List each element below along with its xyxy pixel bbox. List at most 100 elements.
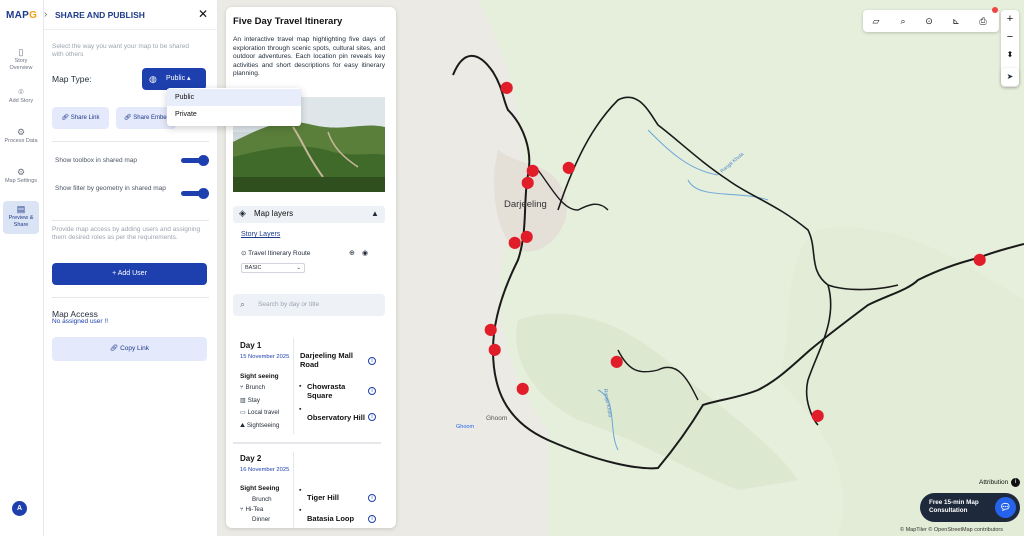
day-card[interactable]: Day 1	[240, 341, 261, 350]
map-pin[interactable]: ⬤	[508, 235, 521, 249]
place-darjeeling: Darjeeling	[504, 199, 547, 210]
toolbox-toggle[interactable]	[181, 155, 209, 166]
consultation-button[interactable]: Free 15-min Map Consultation 💬︎	[920, 493, 1020, 522]
map-pin[interactable]: ⬤	[811, 408, 824, 422]
mapog-logo[interactable]: MAPG	[6, 10, 37, 21]
day-date: 15 November 2025	[240, 354, 290, 360]
search-icon[interactable]: ⌕	[896, 14, 910, 28]
car-icon: ▭	[240, 409, 248, 416]
map-pin[interactable]: ⬤	[484, 322, 497, 336]
chevron-up-icon: ▲	[371, 209, 379, 218]
activity-item: ⛰ Sightseeing	[240, 422, 280, 429]
info-icon[interactable]: i	[368, 357, 376, 365]
share-intro: Select the way you want your map to be s…	[52, 43, 189, 58]
option-private[interactable]: Private	[167, 106, 301, 123]
map-pin[interactable]: ⬤	[500, 80, 513, 94]
stop-item[interactable]: Darjeeling Mall Road	[300, 351, 362, 369]
navigation-icon: ➤	[1006, 72, 1014, 81]
place-ghoom-small: Ghoom	[456, 424, 475, 430]
attribution-label[interactable]: Attribution	[979, 479, 1008, 486]
map-style-icon[interactable]: ▱	[869, 14, 883, 28]
copyright-text: © MapTiler © OpenStreetMap contributors	[900, 527, 1003, 533]
avatar[interactable]: A	[12, 501, 27, 516]
chevron-right-icon[interactable]: ›	[44, 9, 47, 20]
story-card: Five Day Travel Itinerary An interactive…	[226, 7, 396, 528]
activity-item: ⑂ Brunch	[240, 384, 266, 391]
story-title: Five Day Travel Itinerary	[233, 16, 343, 27]
no-user-text: No assigned user !!	[52, 318, 109, 325]
activity-item: ▭ Local travel	[240, 409, 280, 416]
divider	[52, 141, 209, 142]
info-icon[interactable]: i	[368, 494, 376, 502]
measure-icon[interactable]: ⊾	[949, 14, 963, 28]
stop-item[interactable]: Tiger Hill	[307, 493, 339, 502]
day-card-title[interactable]: Day 2	[240, 454, 261, 463]
divider	[293, 452, 294, 528]
map-layers-header[interactable]: ◈ Map layers ▲	[233, 206, 385, 223]
map-pin[interactable]: ⬤	[610, 354, 623, 368]
activity-item: Brunch	[252, 496, 272, 503]
share-link-button[interactable]: 🔗︎ Share Link	[52, 107, 109, 129]
chat-icon: 💬︎	[995, 497, 1016, 518]
info-icon[interactable]: i	[368, 387, 376, 395]
rail-map-settings[interactable]: ⚙ Map Settings	[3, 164, 39, 185]
bus-icon: ▪	[299, 406, 302, 413]
map-pin[interactable]: ⬤	[520, 229, 533, 243]
left-rail: MAPG ▯ Story Overview ⌾ Add Story ⚙ Proc…	[0, 0, 44, 536]
rail-preview-share[interactable]: ▤ Preview & Share	[3, 201, 39, 234]
stop-item[interactable]: Batasia Loop	[307, 514, 354, 523]
close-icon[interactable]: ✕	[198, 7, 208, 21]
divider	[233, 442, 381, 444]
info-icon[interactable]: i	[368, 515, 376, 523]
share-header: › SHARE AND PUBLISH ✕	[44, 0, 218, 30]
map-pin[interactable]: ⬤	[973, 252, 986, 266]
rail-add-story[interactable]: ⌾ Add Story	[3, 84, 39, 105]
notification-dot	[992, 7, 998, 13]
day-type: Sight Seeing	[240, 485, 280, 492]
zoom-in-button[interactable]: +	[1001, 10, 1019, 28]
print-icon[interactable]: ⎙	[976, 14, 990, 28]
add-user-button[interactable]: + Add User	[52, 263, 207, 285]
eye-icon[interactable]: ◉	[362, 249, 368, 257]
map-pin[interactable]: ⬤	[562, 160, 575, 174]
zoom-out-button[interactable]: −	[1001, 28, 1019, 46]
story-layers-tab[interactable]: Story Layers	[241, 231, 280, 238]
basemap-select[interactable]: BASIC ⌄	[241, 263, 305, 273]
location-pin-icon[interactable]: ⊙	[922, 14, 936, 28]
info-icon[interactable]: i	[1011, 478, 1020, 487]
building-icon: ▥	[240, 397, 248, 404]
map-pin[interactable]: ⬤	[516, 381, 529, 395]
geolocate-button[interactable]: ➤	[1001, 68, 1019, 86]
link-icon: 🔗︎	[124, 115, 134, 121]
option-public[interactable]: Public	[167, 89, 301, 106]
chevron-up-icon: ▴	[187, 75, 191, 82]
copy-link-button[interactable]: 🔗︎ Copy Link	[52, 337, 207, 361]
zoom-to-layer-icon[interactable]: ⊕	[349, 249, 355, 257]
map-pin[interactable]: ⬤	[521, 175, 534, 189]
rail-story-overview[interactable]: ▯ Story Overview	[3, 44, 39, 71]
activity-item: ⑂ Hi-Tea	[240, 506, 264, 513]
map-type-dropdown: Public Private	[167, 88, 301, 126]
globe-icon: ◍	[149, 74, 157, 84]
day-search-input[interactable]: ⌕ Search by day or title	[233, 294, 385, 316]
rail-process-data[interactable]: ⚙ Process Data	[3, 124, 39, 145]
layers-icon: ◈	[239, 208, 246, 218]
gear-icon: ⚙	[16, 127, 26, 137]
link-icon: 🔗︎	[61, 115, 71, 121]
pin-icon: ⌾	[18, 87, 24, 97]
compass-icon[interactable]: ⬍	[1001, 46, 1019, 64]
settings-icon: ⚙	[16, 167, 26, 177]
panel-title: SHARE AND PUBLISH	[55, 10, 145, 20]
place-ghoom: Ghoom	[486, 415, 508, 422]
chevron-down-icon: ⌄	[296, 265, 301, 271]
info-icon[interactable]: i	[368, 413, 376, 421]
map-pin[interactable]: ⬤	[488, 342, 501, 356]
map-type-label: Map Type:	[52, 74, 92, 84]
stop-item[interactable]: Observatory Hill	[307, 413, 377, 422]
map-type-select[interactable]: ◍ Public ▴	[142, 68, 206, 90]
book-icon: ▯	[18, 47, 24, 57]
divider	[293, 338, 294, 434]
filter-toggle[interactable]	[181, 188, 209, 199]
stop-item[interactable]: Chowrasta Square	[307, 382, 362, 400]
divider	[52, 297, 209, 298]
